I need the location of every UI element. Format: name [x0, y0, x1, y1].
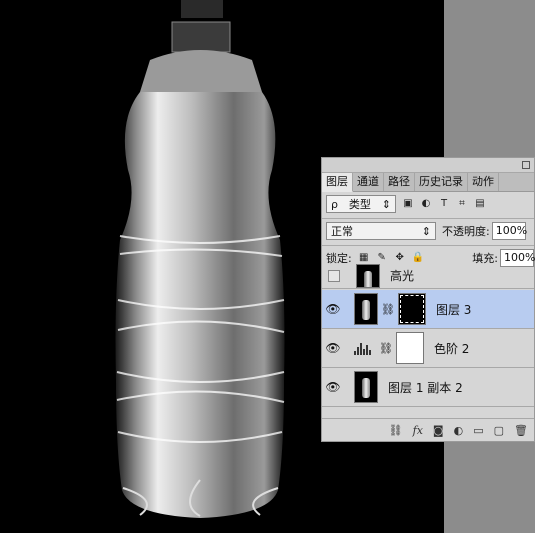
search-icon: ρ: [331, 197, 338, 211]
filter-adjustment-icon[interactable]: ◐: [420, 198, 432, 210]
panel-menu-icon[interactable]: [522, 161, 530, 169]
layer-row-layer3[interactable]: 👁 ⛓ 图层 3: [322, 290, 534, 329]
filter-type-icon[interactable]: T: [438, 198, 450, 210]
panel-footer: ⛓ fx ◙ ◐ ▭ ▢ 🗑: [322, 418, 534, 441]
panel-title-bar[interactable]: [322, 158, 534, 173]
filter-smart-object-icon[interactable]: ▤: [474, 198, 486, 210]
layers-panel: 图层 通道 路径 历史记录 动作 ρ 类型 ⇕ ▣ ◐ T ⌗ ▤ 正常 ⇕ 不…: [321, 157, 535, 442]
chevron-updown-icon: ⇕: [381, 197, 391, 211]
divider: [322, 245, 534, 246]
link-icon[interactable]: ⛓: [379, 342, 393, 355]
tab-history[interactable]: 历史记录: [415, 173, 468, 191]
eye-icon[interactable]: 👁: [322, 341, 344, 355]
new-adjustment-icon[interactable]: ◐: [454, 424, 464, 437]
opacity-label: 不透明度:: [442, 225, 490, 238]
layer-row-highlight[interactable]: 高光: [322, 263, 534, 289]
fx-icon[interactable]: fx: [413, 424, 423, 437]
tab-layers[interactable]: 图层: [322, 173, 353, 192]
trash-icon[interactable]: 🗑: [514, 424, 528, 437]
blend-mode-select[interactable]: 正常 ⇕: [326, 222, 436, 240]
filter-shape-icon[interactable]: ⌗: [456, 198, 468, 210]
chevron-updown-icon: ⇕: [421, 224, 431, 238]
panel-tabs: 图层 通道 路径 历史记录 动作: [322, 173, 534, 192]
layer-mask-thumbnail[interactable]: [397, 293, 426, 325]
tab-channels[interactable]: 通道: [353, 173, 384, 191]
new-layer-icon[interactable]: ▢: [494, 424, 504, 437]
link-layers-icon[interactable]: ⛓: [389, 424, 403, 437]
filter-pixel-icon[interactable]: ▣: [402, 198, 414, 210]
new-group-icon[interactable]: ▭: [473, 424, 483, 437]
layer-thumbnail: [354, 371, 378, 403]
eye-icon[interactable]: 👁: [322, 380, 344, 394]
blend-mode-value: 正常: [331, 225, 353, 238]
tab-paths[interactable]: 路径: [384, 173, 415, 191]
layer-thumbnail: [356, 263, 380, 288]
layer-mask-thumbnail[interactable]: [395, 332, 424, 364]
blend-row: 正常 ⇕ 不透明度: 100%: [326, 220, 534, 242]
link-icon[interactable]: ⛓: [381, 303, 395, 316]
opacity-field[interactable]: 100%: [491, 222, 527, 240]
filter-row: ρ 类型 ⇕ ▣ ◐ T ⌗ ▤: [326, 193, 534, 215]
layer-row-copy2[interactable]: 👁 图层 1 副本 2: [322, 368, 534, 407]
layer-filter-select[interactable]: ρ 类型 ⇕: [326, 195, 396, 213]
layer-row-levels[interactable]: 👁 ⛓ 色阶 2: [322, 329, 534, 368]
layer-name: 色阶 2: [433, 341, 470, 356]
add-mask-icon[interactable]: ◙: [433, 424, 444, 437]
layer-name: 高光: [390, 269, 415, 283]
layers-list: 高光 👁 ⛓ 图层 3 👁 ⛓ 色阶 2 👁 图层 1 副本 2: [322, 263, 534, 427]
levels-adjustment-icon: [354, 341, 376, 355]
visibility-toggle[interactable]: [328, 269, 340, 282]
layer-thumbnail: [354, 293, 378, 325]
layer-name: 图层 3: [435, 302, 472, 317]
divider: [322, 218, 534, 219]
layer-name: 图层 1 副本 2: [388, 380, 463, 395]
tab-actions[interactable]: 动作: [468, 173, 499, 191]
eye-icon[interactable]: 👁: [322, 302, 344, 316]
filter-kind-label: 类型: [348, 198, 371, 211]
